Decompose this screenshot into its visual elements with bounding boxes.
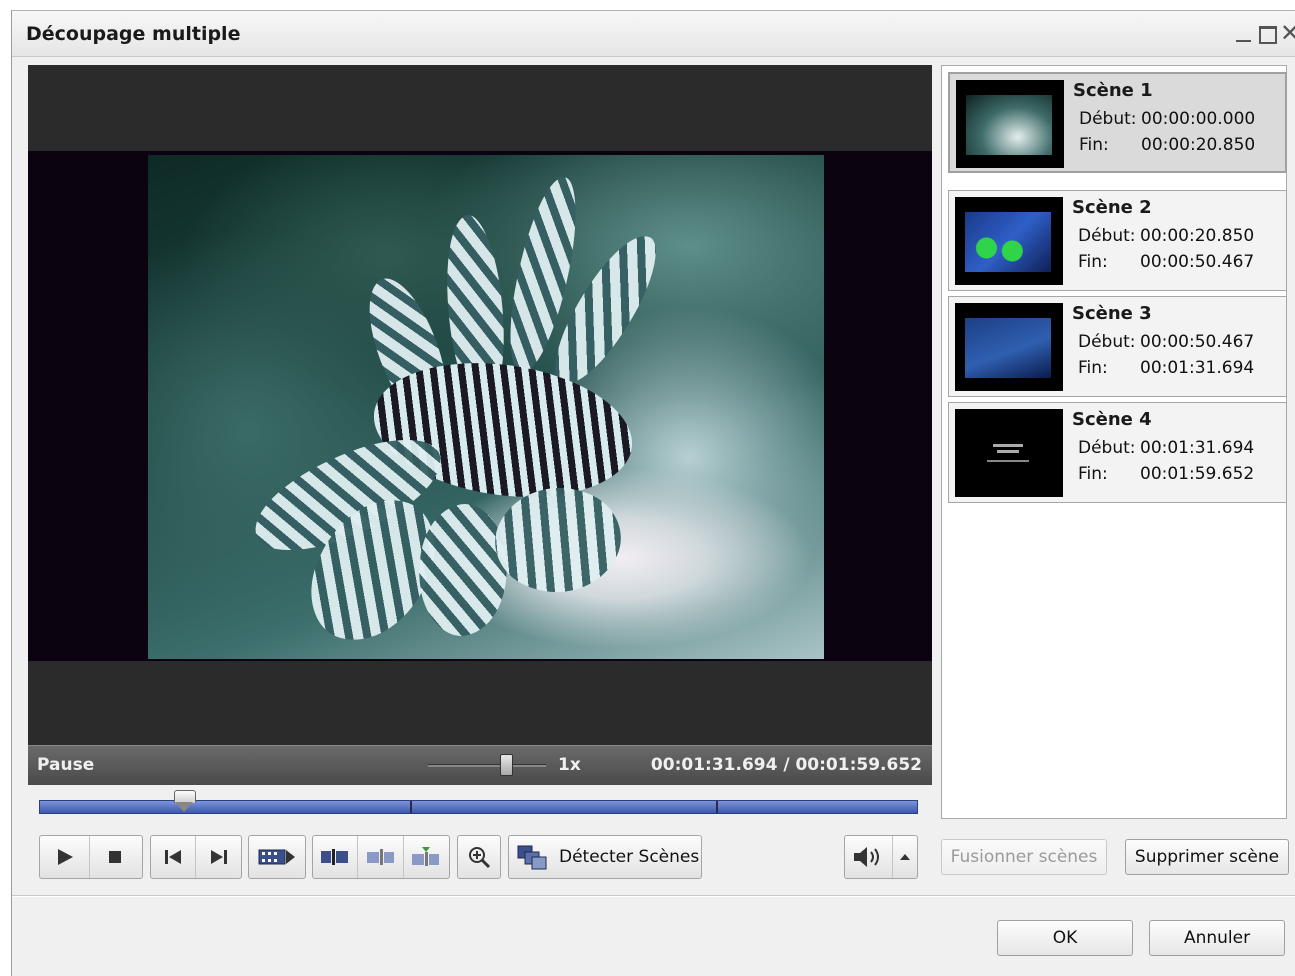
title-bar: Découpage multiple ✕: [12, 11, 1295, 57]
play-selection-group: [248, 835, 306, 879]
previous-button[interactable]: [151, 836, 197, 878]
detect-scenes-icon: [517, 845, 547, 870]
scene-end: Fin: 00:01:31.694: [1078, 358, 1255, 378]
scene-start: Début: 00:00:20.850: [1078, 226, 1255, 246]
speed-value: 1x: [558, 755, 581, 775]
timeline-position-handle[interactable]: [174, 790, 196, 812]
playback-status-bar: Pause 1x 00:01:31.694 / 00:01:59.652: [28, 745, 932, 785]
zoom-button[interactable]: [458, 836, 500, 878]
footer-separator: [12, 895, 1295, 897]
zoom-group: [457, 835, 501, 879]
ok-button[interactable]: OK: [997, 920, 1133, 956]
play-selection-button[interactable]: [249, 836, 305, 878]
video-frame: [28, 151, 932, 661]
next-button[interactable]: [196, 836, 241, 878]
scene-end: Fin: 00:00:50.467: [1078, 252, 1255, 272]
mark-end-button[interactable]: [404, 836, 449, 878]
volume-button[interactable]: [845, 836, 893, 878]
scene-start: Début: 00:00:00.000: [1079, 109, 1256, 129]
playback-status: Pause: [37, 755, 95, 775]
volume-group: [844, 835, 918, 879]
play-icon: [57, 849, 73, 865]
marker-arrow-icon: [412, 847, 440, 866]
marker-film-icon: [366, 849, 394, 865]
next-frame-icon: [210, 850, 227, 864]
split-film-icon: [321, 849, 349, 865]
scene-end: Fin: 00:00:20.850: [1079, 135, 1256, 155]
time-readout: 00:01:31.694 / 00:01:59.652: [650, 755, 922, 775]
playback-controls: [39, 835, 143, 879]
multi-cut-dialog: Découpage multiple ✕ Pause 1x 00:01:31.6…: [11, 10, 1295, 976]
scene-thumbnail: [955, 409, 1063, 497]
mark-start-button[interactable]: [358, 836, 404, 878]
scene-thumbnail: [955, 303, 1063, 391]
zoom-in-icon: [469, 847, 491, 869]
volume-dropdown-button[interactable]: [893, 836, 917, 878]
scene-start: Début: 00:00:50.467: [1078, 332, 1255, 352]
scene-card-1[interactable]: Scène 1 Début: 00:00:00.000 Fin: 00:00:20.…: [948, 72, 1287, 173]
scene-boundary-marker: [716, 801, 718, 813]
scene-name: Scène 3: [1072, 303, 1152, 324]
video-image[interactable]: [148, 155, 824, 659]
cancel-button[interactable]: Annuler: [1149, 920, 1285, 956]
scene-boundary-marker: [410, 801, 412, 813]
delete-scene-button[interactable]: Supprimer scène: [1125, 839, 1289, 875]
scene-end: Fin: 00:01:59.652: [1078, 464, 1255, 484]
previous-frame-icon: [165, 850, 181, 864]
stop-icon: [109, 851, 121, 863]
maximize-icon[interactable]: [1257, 23, 1279, 45]
detect-scenes-label: Détecter Scènes: [559, 847, 700, 867]
scene-card-2[interactable]: Scène 2 Début: 00:00:20.850 Fin: 00:00:50.…: [948, 190, 1287, 291]
close-icon[interactable]: ✕: [1279, 21, 1295, 45]
speed-slider-handle[interactable]: [500, 754, 513, 776]
window-title: Découpage multiple: [26, 23, 241, 45]
chevron-up-icon: [900, 854, 910, 860]
stop-button[interactable]: [90, 836, 140, 878]
speaker-icon: [853, 847, 879, 867]
speed-slider-track[interactable]: [428, 764, 546, 767]
scene-card-4[interactable]: Scène 4 Début: 00:01:31.694 Fin: 00:01:59.…: [948, 402, 1287, 503]
split-scene-button[interactable]: [313, 836, 359, 878]
scene-name: Scène 4: [1072, 409, 1152, 430]
detect-scenes-button[interactable]: Détecter Scènes: [508, 835, 702, 879]
scene-start: Début: 00:01:31.694: [1078, 438, 1255, 458]
film-play-icon: [258, 849, 295, 865]
merge-scenes-button[interactable]: Fusionner scènes: [941, 839, 1107, 875]
scene-name: Scène 1: [1073, 80, 1153, 101]
minimize-icon[interactable]: [1233, 23, 1255, 45]
scene-card-3[interactable]: Scène 3 Début: 00:00:50.467 Fin: 00:01:31.…: [948, 296, 1287, 397]
scene-list: Scène 1 Début: 00:00:00.000 Fin: 00:00:20.…: [941, 65, 1287, 819]
scene-thumbnail: [956, 80, 1064, 168]
scene-name: Scène 2: [1072, 197, 1152, 218]
video-preview-panel: Pause 1x 00:01:31.694 / 00:01:59.652: [28, 65, 932, 785]
scene-thumbnail: [955, 197, 1063, 285]
frame-navigation: [150, 835, 242, 879]
play-button[interactable]: [40, 836, 90, 878]
scene-edit-tools: [312, 835, 450, 879]
timeline-track[interactable]: [39, 800, 918, 814]
